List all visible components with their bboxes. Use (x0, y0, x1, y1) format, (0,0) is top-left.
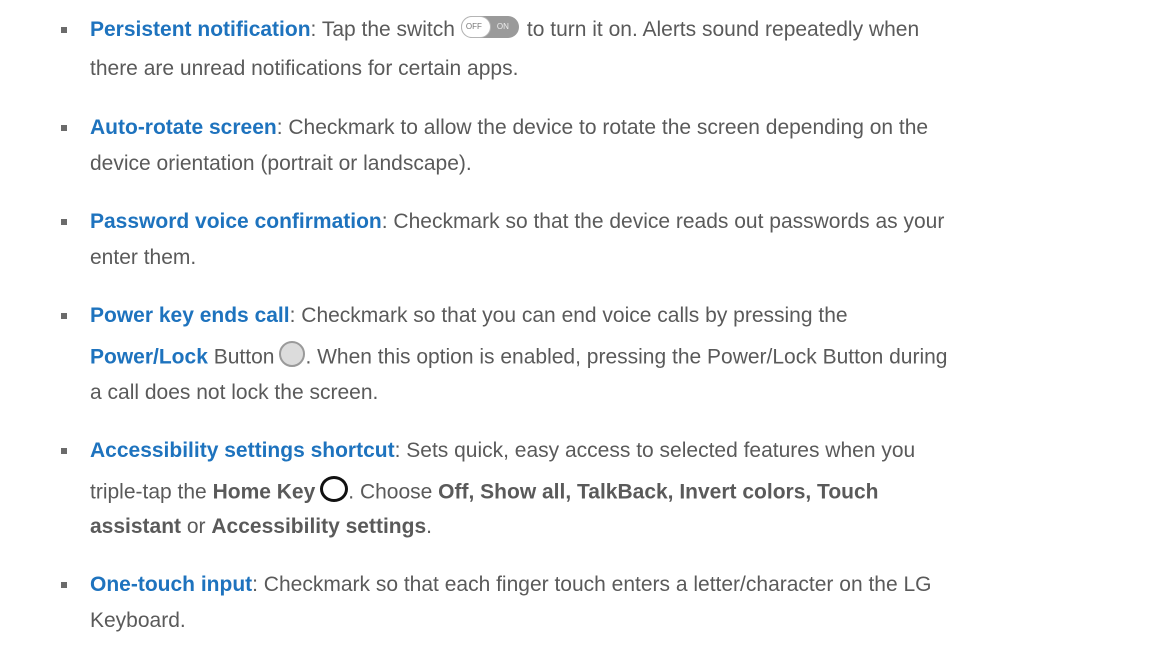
item-bold-text: Accessibility settings (211, 515, 427, 538)
item-text: or (181, 515, 212, 538)
item-term: Persistent notification (90, 18, 311, 41)
item-text: . (426, 515, 432, 538)
item-text: : Sets quick, easy access to selected fe… (394, 439, 916, 462)
bullet (61, 125, 67, 131)
item-text: triple-tap the (90, 480, 213, 504)
item-text: : Checkmark so that the device reads out… (381, 210, 945, 233)
item-line: enter them. (90, 246, 196, 270)
item-bold-text: Power/Lock (90, 345, 208, 369)
item-text: to turn it on. Alerts sound repeatedly w… (526, 18, 920, 41)
home-key-icon (320, 476, 349, 502)
item-text: device orientation (portrait or landscap… (90, 152, 472, 175)
item-text: : Tap the switch (310, 18, 455, 41)
power-lock-button-icon (279, 341, 306, 367)
item-term: Password voice confirmation (90, 210, 382, 233)
item-text: a call does not lock the screen. (90, 381, 379, 404)
item-term: Accessibility settings shortcut (90, 439, 395, 462)
item-line: assistant or Accessibility settings. (90, 515, 432, 539)
item-text: : Checkmark so that each finger touch en… (252, 573, 932, 596)
item-text: . Choose (348, 480, 439, 504)
item-line: Password voice confirmation: Checkmark s… (90, 210, 944, 234)
item-line: a call does not lock the screen. (90, 381, 378, 405)
bullet (61, 448, 67, 454)
item-text: Keyboard. (90, 609, 186, 632)
item-bold-text: assistant (90, 515, 182, 538)
item-line: triple-tap the Home Key . Choose Off, Sho… (90, 476, 879, 506)
bullet (61, 313, 67, 319)
item-bold-text: Off, Show all, TalkBack, Invert colors, … (438, 480, 879, 504)
item-line: Keyboard. (90, 609, 186, 633)
switch-on-label: ON (496, 22, 509, 32)
item-line: Accessibility settings shortcut: Sets qu… (90, 439, 915, 463)
item-text: there are unread notifications for certa… (90, 57, 519, 80)
bullet (61, 582, 67, 588)
off-on-switch-icon: OFF ON (460, 16, 519, 39)
item-line: Auto-rotate screen: Checkmark to allow t… (90, 116, 928, 140)
item-line: Power/Lock Button . When this option is e… (90, 341, 948, 371)
item-text: . When this option is enabled, pressing … (305, 345, 948, 369)
item-line: Power key ends call: Checkmark so that y… (90, 304, 848, 328)
item-line: Persistent notification: Tap the switch O… (90, 16, 920, 42)
bullet (61, 219, 67, 225)
item-bold-text: Home Key (212, 480, 316, 504)
switch-off-label: OFF (465, 22, 482, 32)
item-line: there are unread notifications for certa… (90, 57, 518, 81)
item-text: : Checkmark so that you can end voice ca… (289, 304, 848, 327)
item-line: device orientation (portrait or landscap… (90, 152, 472, 176)
item-text: : Checkmark to allow the device to rotat… (276, 116, 929, 139)
item-line: One-touch input: Checkmark so that each … (90, 573, 932, 597)
item-term: One-touch input (90, 573, 253, 596)
item-text: Button (207, 345, 275, 369)
bullet (61, 27, 67, 33)
item-text: enter them. (90, 246, 197, 269)
item-term: Power key ends call (90, 304, 290, 327)
item-term: Auto-rotate screen (90, 116, 277, 139)
